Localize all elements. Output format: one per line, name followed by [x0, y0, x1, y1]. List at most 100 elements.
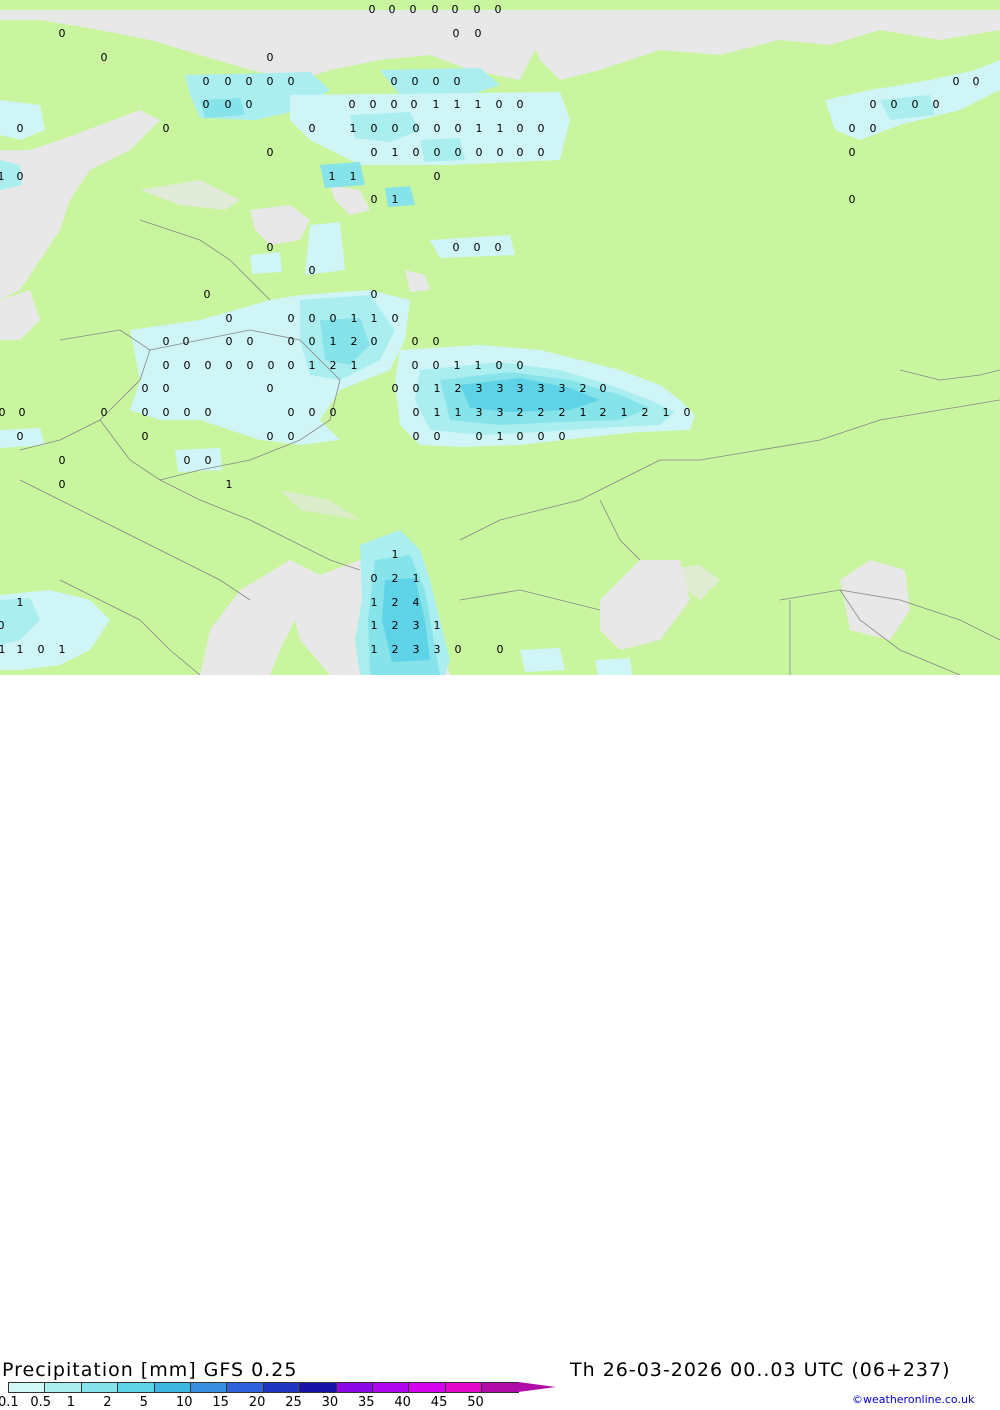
- precip-value-label: 0: [204, 288, 211, 301]
- precip-value-label: 0: [288, 430, 295, 443]
- precip-value-label: 0: [412, 75, 419, 88]
- precip-value-label: 0: [455, 146, 462, 159]
- precip-value-label: 1: [0, 170, 5, 183]
- scale-tick-label: 10: [176, 1395, 193, 1410]
- precip-value-label: 1: [434, 382, 441, 395]
- precip-value-label: 2: [538, 406, 545, 419]
- precip-value-label: 4: [413, 596, 420, 609]
- precip-value-label: 1: [17, 596, 24, 609]
- precip-value-label: 1: [454, 359, 461, 372]
- precip-value-label: 1: [59, 643, 66, 656]
- scale-swatch: [226, 1382, 264, 1393]
- precipitation-map: 0000000000000000000000000000001110000000…: [0, 0, 1000, 675]
- precip-value-label: 1: [392, 146, 399, 159]
- precip-value-label: 0: [870, 98, 877, 111]
- precip-value-label: 0: [205, 359, 212, 372]
- credit-link[interactable]: ©weatheronline.co.uk: [852, 1393, 974, 1406]
- precip-value-label: 0: [453, 241, 460, 254]
- precip-value-label: 0: [912, 98, 919, 111]
- precip-value-label: 2: [392, 619, 399, 632]
- precip-value-label: 3: [476, 406, 483, 419]
- scale-swatch: [80, 1382, 119, 1393]
- precip-value-label: 0: [163, 122, 170, 135]
- precip-value-label: 1: [0, 643, 6, 656]
- precip-value-label: 0: [267, 51, 274, 64]
- precip-value-label: 0: [142, 406, 149, 419]
- map-title: Precipitation [mm] GFS 0.25: [2, 1359, 298, 1381]
- scale-swatch: [335, 1382, 373, 1393]
- precip-value-label: 0: [163, 359, 170, 372]
- precip-value-label: 1: [497, 430, 504, 443]
- precip-value-label: 0: [17, 430, 24, 443]
- precip-value-label: 2: [392, 643, 399, 656]
- precip-value-label: 0: [183, 335, 190, 348]
- scale-tick-label: 45: [430, 1395, 448, 1410]
- precip-value-label: 1: [17, 643, 24, 656]
- precip-value-label: 0: [413, 430, 420, 443]
- map-footer: Precipitation [mm] GFS 0.25 Th 26-03-202…: [0, 675, 1000, 1410]
- precip-value-label: 0: [517, 98, 524, 111]
- precip-value-label: 0: [495, 241, 502, 254]
- precip-value-label: 0: [17, 170, 24, 183]
- precip-value-label: 0: [392, 382, 399, 395]
- precip-value-label: 0: [247, 335, 254, 348]
- precip-value-label: 0: [411, 98, 418, 111]
- precip-value-label: 0: [246, 75, 253, 88]
- precip-value-label: 0: [412, 335, 419, 348]
- precip-value-label: 0: [559, 430, 566, 443]
- precip-value-label: 2: [351, 335, 358, 348]
- precip-value-label: 0: [849, 122, 856, 135]
- scale-arrow-icon: [517, 1382, 556, 1392]
- precip-value-label: 0: [142, 430, 149, 443]
- precip-value-label: 0: [434, 430, 441, 443]
- precip-value-label: 0: [454, 75, 461, 88]
- scale-swatch: [190, 1382, 228, 1393]
- precip-value-label: 0: [389, 3, 396, 16]
- precip-value-label: 0: [267, 146, 274, 159]
- precip-value-label: 1: [454, 98, 461, 111]
- precip-value-label: 1: [434, 406, 441, 419]
- precip-value-label: 0: [434, 146, 441, 159]
- precip-value-label: 0: [101, 51, 108, 64]
- precip-value-label: 0: [184, 406, 191, 419]
- precip-value-label: 0: [268, 359, 275, 372]
- precip-value-label: 0: [412, 359, 419, 372]
- precip-value-label: 1: [371, 643, 378, 656]
- precip-value-label: 1: [351, 359, 358, 372]
- precip-value-label: 0: [184, 454, 191, 467]
- precip-value-label: 0: [309, 312, 316, 325]
- precip-value-label: 0: [371, 572, 378, 585]
- precip-value-label: 0: [413, 382, 420, 395]
- precip-value-label: 2: [580, 382, 587, 395]
- scale-swatch: [153, 1382, 191, 1393]
- precip-value-label: 0: [933, 98, 940, 111]
- map-canvas: 0 0 0 0 0 0 00 0 00 00 0 0 0 0 0 0 0 0 0 00 0 0 0 0 0 0 1 1 1 0 0 0 0 0 00…: [0, 3, 1000, 675]
- precip-value-label: 0: [495, 3, 502, 16]
- precip-value-label: 0: [267, 75, 274, 88]
- precip-value-label: 0: [203, 98, 210, 111]
- scale-tick-label: 35: [358, 1395, 375, 1410]
- precip-value-label: 0: [455, 643, 462, 656]
- precip-value-label: 3: [476, 382, 483, 395]
- precip-value-label: 3: [434, 643, 441, 656]
- precip-value-label: 0: [953, 75, 960, 88]
- precip-value-label: 0: [496, 98, 503, 111]
- precip-value-label: 0: [0, 619, 5, 632]
- precip-value-label: 0: [371, 193, 378, 206]
- precip-value-label: 0: [247, 359, 254, 372]
- precip-value-label: 2: [600, 406, 607, 419]
- precip-value-label: 0: [434, 122, 441, 135]
- precip-value-label: 0: [19, 406, 26, 419]
- precip-value-label: 1: [350, 122, 357, 135]
- precip-value-label: 0: [267, 382, 274, 395]
- precip-value-label: 1: [476, 122, 483, 135]
- precip-value-label: 0: [226, 335, 233, 348]
- scale-swatch: [262, 1382, 301, 1393]
- precip-value-label: 0: [142, 382, 149, 395]
- scale-tick-label: 50: [467, 1395, 484, 1410]
- precip-value-label: 0: [517, 146, 524, 159]
- scale-tick-label: 40: [394, 1395, 411, 1410]
- precip-value-label: 0: [288, 312, 295, 325]
- scale-swatch: [8, 1382, 46, 1393]
- precip-value-label: 3: [497, 406, 504, 419]
